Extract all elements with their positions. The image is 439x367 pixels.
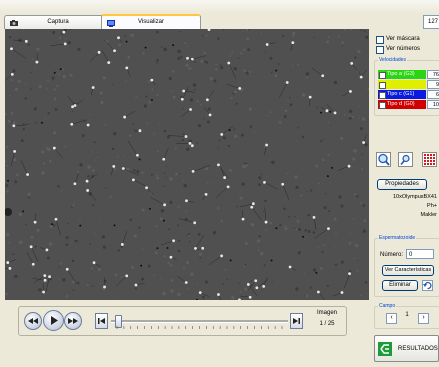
tab-bar: Captura Visualizar <box>4 14 374 31</box>
ver-caracteristicas-button[interactable]: Ver Características <box>382 265 434 276</box>
equipment-chamber: Makler <box>420 212 437 218</box>
slider-ticks <box>116 326 283 329</box>
microscope-image[interactable] <box>5 29 369 300</box>
ver-mascara-label: Ver máscara <box>386 36 420 42</box>
campo-legend: Campo <box>379 303 396 309</box>
numero-label: Número: <box>380 252 404 258</box>
imagen-counter: 1 / 25 <box>319 321 335 327</box>
grid-icon <box>424 154 435 165</box>
play-button[interactable] <box>43 310 64 331</box>
fast-forward-icon <box>68 318 78 324</box>
playback-bar: Imagen 1 / 25 <box>18 306 347 336</box>
skip-end-icon <box>293 318 300 324</box>
velocidad-value-d: 10 <box>427 100 439 109</box>
ver-numeros-label: Ver números <box>386 46 421 52</box>
tab-captura-label: Captura <box>47 19 69 25</box>
results-icon <box>378 342 392 356</box>
grid-button[interactable] <box>422 152 437 167</box>
campo-value: 1 <box>405 312 409 318</box>
velocidad-row-b[interactable]: Tipo b (G2) 9 <box>378 80 439 89</box>
velocidad-row-d[interactable]: Tipo d (G0) 10 <box>378 100 439 109</box>
ver-numeros-checkbox[interactable]: Ver números <box>376 46 436 54</box>
rewind-button[interactable] <box>24 312 42 330</box>
campo-prev-button[interactable]: ‹ <box>386 313 397 324</box>
velocidades-legend: Velocidades <box>379 57 406 63</box>
frame-slider[interactable] <box>111 315 288 329</box>
right-sidebar: Ver máscara Ver números Velocidades Tipo… <box>372 29 439 367</box>
top-strip <box>0 0 439 14</box>
imagen-label: Imagen <box>316 310 337 316</box>
fast-forward-button[interactable] <box>64 312 82 330</box>
resultados-label: RESULTADOS <box>398 346 438 352</box>
campo-next-button[interactable]: › <box>418 313 429 324</box>
ver-mascara-checkbox[interactable]: Ver máscara <box>376 36 436 44</box>
eliminar-button[interactable]: Eliminar <box>382 280 418 291</box>
propiedades-button[interactable]: Propiedades <box>377 179 427 190</box>
numero-input[interactable]: 0 <box>406 249 434 259</box>
velocidad-checkbox-c[interactable] <box>379 92 386 99</box>
equipment-contrast: Ph+ <box>427 203 437 209</box>
chevron-right-icon: › <box>422 314 425 321</box>
resultados-button[interactable]: RESULTADOS <box>374 335 439 362</box>
velocidad-checkbox-d[interactable] <box>379 102 386 109</box>
zoom-in-icon <box>378 153 390 166</box>
tab-captura[interactable]: Captura <box>4 15 112 29</box>
microscope-image-canvas <box>5 29 369 300</box>
velocidad-checkbox-a[interactable] <box>379 72 386 79</box>
velocidad-row-a[interactable]: Tipo a (G3) 76 <box>378 70 439 79</box>
velocidad-value-c: 6 <box>427 90 439 99</box>
velocidad-row-c[interactable]: Tipo c (G1) 6 <box>378 90 439 99</box>
equipment-microscope: 10xOlympusBX41 <box>392 194 437 200</box>
ver-numeros-box[interactable] <box>376 46 384 54</box>
rewind-icon <box>28 318 38 324</box>
undo-button[interactable] <box>422 280 433 291</box>
velocidad-value-a: 76 <box>427 70 439 79</box>
tab-visualizar-label: Visualizar <box>138 19 164 25</box>
zoom-out-icon <box>400 154 410 166</box>
zoom-in-button[interactable] <box>376 152 391 167</box>
velocidad-value-b: 9 <box>427 80 439 89</box>
skip-start-icon <box>98 318 105 324</box>
play-icon <box>51 316 58 325</box>
ver-mascara-box[interactable] <box>376 36 384 44</box>
zoom-out-button[interactable] <box>398 152 413 167</box>
undo-icon <box>423 281 432 290</box>
slider-track <box>111 320 288 323</box>
velocidad-checkbox-b[interactable] <box>379 82 386 89</box>
chevron-left-icon: ‹ <box>390 314 393 321</box>
espermatozoide-legend: Espermatozoide <box>379 235 416 241</box>
frame-counter: 127 <box>423 15 439 29</box>
last-frame-button[interactable] <box>290 313 303 329</box>
first-frame-button[interactable] <box>95 313 108 329</box>
